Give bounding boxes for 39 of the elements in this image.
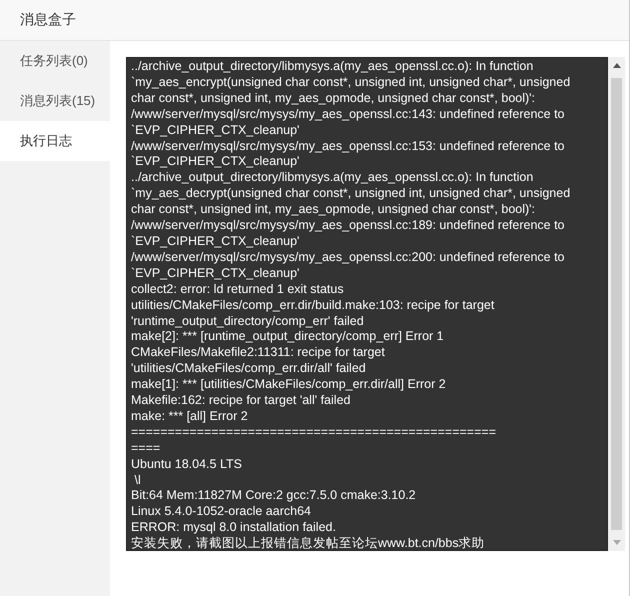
log-line: ====: [131, 440, 162, 457]
log-line: ==================================================: [131, 424, 497, 441]
log-line: `EVP_CIPHER_CTX_cleanup': [131, 234, 300, 250]
log-line: `EVP_CIPHER_CTX_cleanup': [131, 122, 300, 139]
log-line: 'utilities/CMakeFiles/comp_err.dir/all' failed: [131, 361, 367, 378]
window-title: 消息盒子: [20, 11, 76, 29]
sidebar-item[interactable]: 执行日志: [0, 121, 110, 161]
log-line: `EVP_CIPHER_CTX_cleanup': [131, 154, 300, 170]
scroll-down-icon[interactable]: [612, 540, 620, 545]
log-line: `my_aes_encrypt(unsigned char const*, unsigned int, unsigned char*, unsigned: [131, 74, 572, 91]
log-line: make[1]: *** [utilities/CMakeFiles/comp_err.dir/all] Error 2: [131, 377, 447, 394]
log-line: make[2]: *** [runtime_output_directory/comp_err] Error 1: [131, 329, 445, 346]
log-line: /www/server/mysql/src/mysys/my_aes_openssl.cc:189: undefined reference to: [131, 218, 566, 234]
log-line: Ubuntu 18.04.5 LTS: [131, 456, 243, 473]
log-line: /www/server/mysql/src/mysys/my_aes_openssl.cc:153: undefined reference to: [131, 138, 566, 154]
sidebar-item[interactable]: 任务列表(0): [0, 41, 110, 81]
log-line: ../archive_output_directory/libmysys.a(my_aes_openssl.cc.o): In function: [131, 170, 534, 186]
log-line: 安装失败，请截图以上报错信息发帖至论坛www.bt.cn/bbs求助: [131, 536, 486, 552]
log-line: Linux 5.4.0-1052-oracle aarch64: [131, 504, 312, 520]
scrollbar[interactable]: [608, 57, 625, 551]
log-line: Bit:64 Mem:11827M Core:2 gcc:7.5.0 cmake:3.10.2: [131, 488, 417, 504]
scrollbar-thumb[interactable]: [611, 78, 622, 530]
log-line: ../archive_output_directory/libmysys.a(my_aes_openssl.cc.o): In function: [131, 59, 534, 75]
log-line: utilities/CMakeFiles/comp_err.dir/build.make:103: recipe for target: [131, 298, 496, 314]
log-line: `my_aes_decrypt(unsigned char const*, unsigned int, unsigned char*, unsigned: [131, 186, 572, 202]
log-line: /www/server/mysql/src/mysys/my_aes_openssl.cc:200: undefined reference to: [131, 250, 566, 266]
log-line: ERROR: mysql 8.0 installation failed.: [131, 520, 337, 536]
log-line: \l: [133, 472, 142, 488]
log-line: /www/server/mysql/src/mysys/my_aes_openssl.cc:143: undefined reference to: [131, 106, 566, 123]
log-line: Makefile:162: recipe for target 'all' failed: [131, 393, 352, 409]
log-line: collect2: error: ld returned 1 exit status: [131, 282, 345, 298]
log-line: char const*, unsigned int, my_aes_opmode, unsigned char const*, bool)':: [131, 202, 536, 218]
log-line: make: *** [all] Error 2: [131, 408, 249, 425]
log-line: 'runtime_output_directory/comp_err' failed: [131, 314, 365, 330]
log-line: `EVP_CIPHER_CTX_cleanup': [131, 266, 300, 282]
scroll-up-icon[interactable]: [612, 63, 620, 68]
sidebar-item[interactable]: 消息列表(15): [0, 81, 110, 121]
log-line: char const*, unsigned int, my_aes_opmode, unsigned char const*, bool)':: [131, 90, 536, 107]
log-line: CMakeFiles/Makefile2:11311: recipe for target: [131, 345, 386, 362]
